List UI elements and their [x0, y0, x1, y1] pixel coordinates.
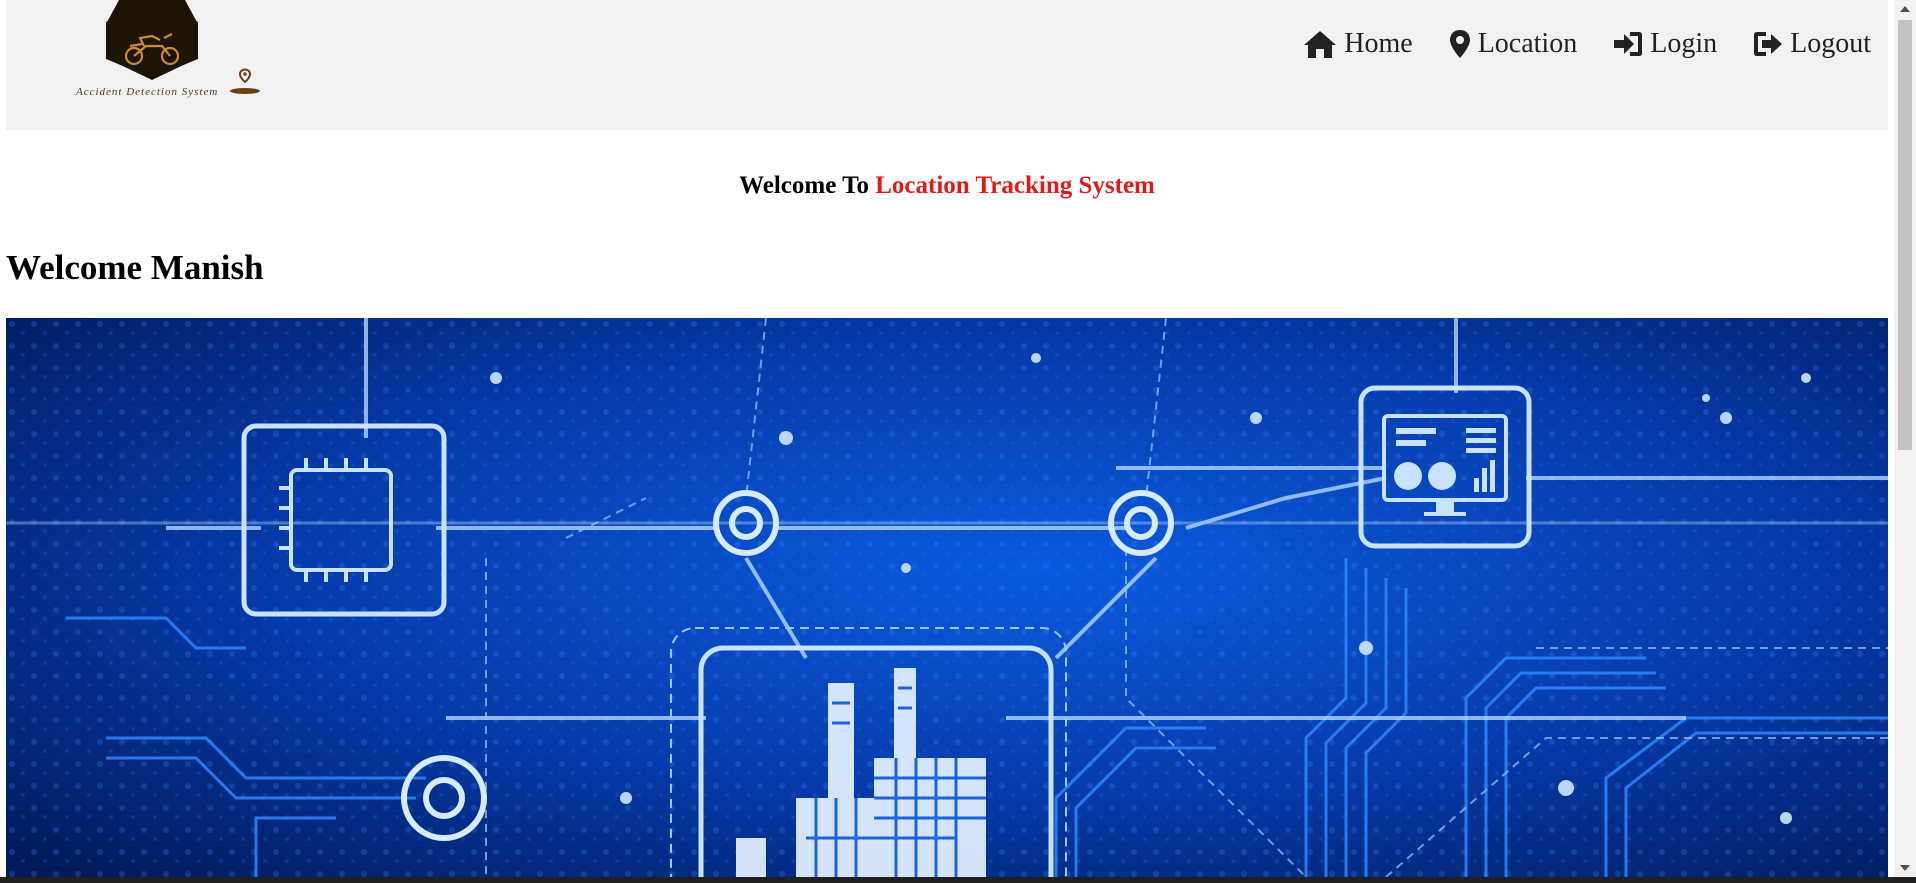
welcome-system-name: Location Tracking System	[875, 172, 1155, 199]
nav-login-link[interactable]: Login	[1613, 24, 1717, 64]
circuit-board-image	[6, 318, 1888, 877]
scroll-down-arrow-icon[interactable]	[1894, 859, 1916, 877]
sign-out-icon	[1754, 32, 1783, 56]
nav-logout-label: Logout	[1790, 28, 1871, 59]
vertical-scrollbar[interactable]	[1894, 0, 1916, 877]
scrollbar-thumb[interactable]	[1898, 20, 1912, 450]
home-icon	[1304, 31, 1337, 58]
logo-caption: Accident Detection System	[76, 86, 219, 98]
scroll-up-arrow-icon[interactable]	[1894, 0, 1916, 18]
user-greeting: Welcome Manish	[6, 248, 264, 287]
map-pin-icon	[1449, 30, 1470, 58]
site-header: Accident Detection System Home Location	[6, 0, 1888, 130]
nav-login-label: Login	[1650, 28, 1718, 59]
location-pin-icon	[230, 68, 260, 94]
welcome-banner: Welcome To Location Tracking System	[6, 172, 1888, 200]
taskbar-strip	[0, 877, 1916, 883]
sign-in-icon	[1614, 32, 1643, 56]
nav-logout-link[interactable]: Logout	[1753, 24, 1871, 64]
welcome-prefix: Welcome To	[739, 172, 869, 199]
site-logo[interactable]: Accident Detection System	[68, 0, 268, 105]
hero-image	[6, 318, 1888, 877]
nav-location-link[interactable]: Location	[1449, 24, 1578, 64]
page: Accident Detection System Home Location	[6, 0, 1888, 877]
nav-home-link[interactable]: Home	[1303, 24, 1413, 64]
nav-location-label: Location	[1477, 28, 1578, 59]
main-nav: Home Location Login Logout	[1303, 24, 1871, 64]
nav-home-label: Home	[1344, 28, 1413, 59]
